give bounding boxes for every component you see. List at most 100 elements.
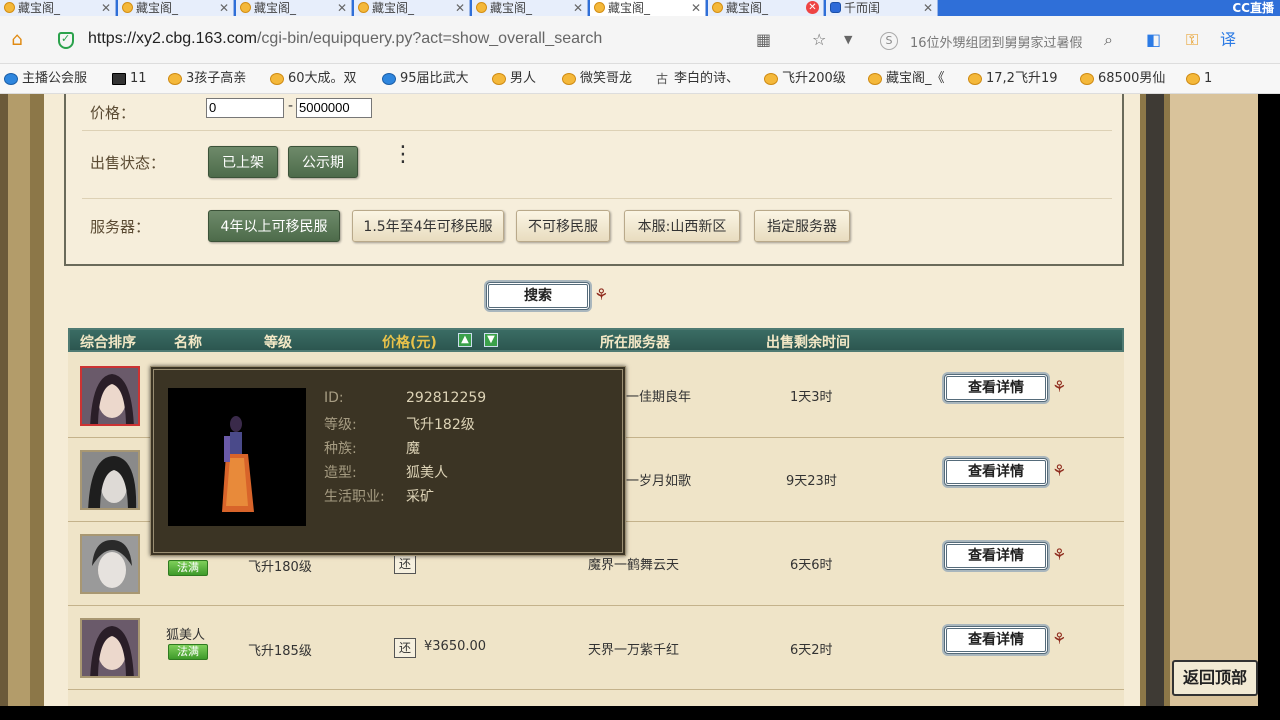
sort-overall-header[interactable]: 综合排序	[80, 332, 136, 352]
translate-icon[interactable]: 译	[1220, 30, 1236, 50]
bookmark-item[interactable]: 藏宝阁_《	[868, 70, 945, 88]
character-portrait	[82, 368, 138, 424]
avatar[interactable]	[80, 534, 140, 594]
browser-tab[interactable]: 千而闺 ✕	[826, 0, 938, 16]
bookmark-item[interactable]: 男人	[492, 70, 536, 88]
browser-tab-bar: 藏宝阁_ ✕ 藏宝阁_ ✕ 藏宝阁_ ✕ 藏宝阁_ ✕ 藏宝阁_ ✕ 藏宝阁_ ✕ 藏宝阁_…	[0, 0, 1280, 16]
cc-live-logo: CC直播	[1232, 1, 1274, 15]
close-icon[interactable]: ✕	[806, 1, 819, 14]
tassel-decoration: ⚘	[1052, 377, 1067, 396]
browser-tab[interactable]: 藏宝阁_ ✕	[118, 0, 234, 16]
sort-down-icon[interactable]: ▼	[484, 333, 498, 347]
bookmark-item[interactable]: 1	[1186, 70, 1212, 88]
view-details-button[interactable]: 查看详情	[944, 458, 1048, 486]
close-icon[interactable]: ✕	[691, 0, 701, 16]
bookmark-item[interactable]: 3孩子高亲	[168, 70, 246, 88]
close-icon[interactable]: ✕	[219, 0, 229, 16]
cbg-favicon-icon	[492, 73, 506, 85]
price-label: 价格：	[90, 104, 136, 122]
server-cell: 天界一万紫千红	[588, 643, 680, 658]
key-icon[interactable]: ⚿	[1186, 30, 1198, 50]
bookmark-item[interactable]: 17,2飞升19	[968, 70, 1058, 88]
character-tooltip: ID: 292812259 等级: 飞升182级 种族: 魔 造型: 狐美人 生…	[150, 366, 626, 556]
close-icon[interactable]: ✕	[101, 0, 111, 16]
search-icon[interactable]: ⌕	[1104, 30, 1113, 50]
avatar[interactable]	[80, 618, 140, 678]
character-portrait	[82, 620, 138, 676]
browser-tab-active[interactable]: 藏宝阁_ ✕	[590, 0, 706, 16]
globe-icon	[4, 73, 18, 85]
window-bottom-border	[0, 706, 1280, 720]
close-icon[interactable]: ✕	[923, 0, 933, 16]
close-icon[interactable]: ✕	[455, 0, 465, 16]
shield-icon[interactable]	[58, 32, 74, 49]
server-label: 服务器：	[90, 218, 151, 236]
server-no-migrate-button[interactable]: 不可移民服	[516, 210, 610, 242]
bookmark-item[interactable]: 飞升200级	[764, 70, 846, 88]
server-1-5-4yr-button[interactable]: 1.5年至4年可移民服	[352, 210, 504, 242]
close-icon[interactable]: ✕	[337, 0, 347, 16]
sort-up-icon[interactable]: ▲	[458, 333, 472, 347]
url-field[interactable]: https://xy2.cbg.163.com/cgi-bin/equipque…	[88, 30, 602, 48]
level-cell: 飞升180级	[248, 560, 312, 575]
avatar[interactable]	[80, 450, 140, 510]
bookmark-label: 主播公会服	[22, 71, 88, 86]
globe-icon	[382, 73, 396, 85]
price-header[interactable]: 价格(元)	[382, 332, 437, 352]
extension-icon[interactable]: ◧	[1146, 30, 1161, 50]
status-listed-button[interactable]: 已上架	[208, 146, 278, 178]
browser-tab[interactable]: 藏宝阁_ ✕	[354, 0, 470, 16]
cbg-favicon-icon	[476, 2, 487, 13]
game-icon	[112, 73, 126, 85]
view-details-button[interactable]: 查看详情	[944, 542, 1048, 570]
tab-label: 藏宝阁_	[608, 1, 651, 15]
search-suggestion[interactable]: 16位外甥组团到舅舅家过暑假	[910, 32, 1083, 51]
id-label: ID:	[324, 390, 344, 406]
more-options-icon[interactable]: ⋮	[392, 144, 414, 166]
tab-label: 千而闺	[844, 1, 881, 15]
divider	[82, 198, 1112, 199]
price-max-input[interactable]: 5000000	[296, 98, 372, 118]
view-details-button[interactable]: 查看详情	[944, 374, 1048, 402]
search-engine-icon[interactable]: S	[880, 32, 898, 50]
tassel-decoration: ⚘	[1052, 545, 1067, 564]
home-icon[interactable]: ⌂	[6, 30, 28, 50]
qr-code-icon[interactable]: ▦	[756, 30, 771, 50]
view-details-button[interactable]: 查看详情	[944, 626, 1048, 654]
server-specify-button[interactable]: 指定服务器	[754, 210, 850, 242]
bookmark-label: 男人	[510, 71, 537, 86]
return-tag: 还	[394, 638, 416, 658]
browser-tab[interactable]: 藏宝阁_ ✕	[472, 0, 588, 16]
bookmark-item[interactable]: 95届比武大	[382, 70, 469, 88]
bookmark-item[interactable]: 古李白的诗、	[656, 70, 739, 88]
back-to-top-button[interactable]: 返回顶部	[1172, 660, 1258, 696]
star-icon[interactable]: ☆	[812, 30, 826, 50]
search-button[interactable]: 搜索	[486, 282, 590, 310]
scrollbar[interactable]	[1258, 94, 1280, 706]
avatar[interactable]	[80, 366, 140, 426]
close-icon[interactable]: ✕	[573, 0, 583, 16]
job-value: 采矿	[406, 489, 434, 505]
cbg-favicon-icon	[358, 2, 369, 13]
price-cell: ¥3650.00	[424, 639, 487, 654]
status-public-button[interactable]: 公示期	[288, 146, 358, 178]
bookmark-item[interactable]: 主播公会服	[4, 70, 87, 88]
browser-tab[interactable]: 藏宝阁_ ✕	[708, 0, 824, 16]
url-host: https://xy2.cbg.163.com	[88, 30, 257, 47]
browser-tab[interactable]: 藏宝阁_ ✕	[236, 0, 352, 16]
bookmark-item[interactable]: 微笑哥龙	[562, 70, 632, 88]
server-local-button[interactable]: 本服:山西新区	[624, 210, 740, 242]
bookmark-item[interactable]: 68500男仙	[1080, 70, 1165, 88]
bookmark-item[interactable]: 11	[112, 70, 147, 88]
server-4yr-button[interactable]: 4年以上可移民服	[208, 210, 340, 242]
chevron-down-icon[interactable]: ▼	[844, 30, 852, 50]
tab-label: 藏宝阁_	[490, 1, 533, 15]
server-header: 所在服务器	[600, 335, 670, 351]
table-row[interactable]: 狐美人 法满 飞升185级 还 ¥3650.00 天界一万紫千红 6天2时 查看…	[68, 606, 1124, 690]
name-cell[interactable]: 狐美人	[166, 624, 205, 643]
price-min-input[interactable]: 0	[206, 98, 284, 118]
job-label: 生活职业:	[324, 489, 385, 505]
browser-tab[interactable]: 藏宝阁_ ✕	[0, 0, 116, 16]
level-header[interactable]: 等级	[264, 332, 292, 352]
bookmark-item[interactable]: 60大成。双	[270, 70, 357, 88]
